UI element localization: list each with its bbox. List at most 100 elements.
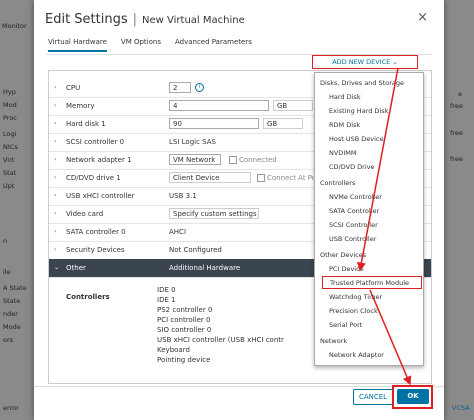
connect-at-power-checkbox[interactable] xyxy=(257,174,265,182)
cdvd-select[interactable]: Client Device xyxy=(169,172,251,183)
hard-disk-unit-select[interactable]: GB xyxy=(263,118,303,129)
cpu-select[interactable]: 2 xyxy=(169,82,191,93)
dialog-title: Edit Settings | New Virtual Machine xyxy=(45,12,245,27)
usb-value: USB 3.1 xyxy=(169,192,197,200)
bg-label: Virt xyxy=(3,156,15,164)
menu-item-usb-controller[interactable]: USB Controller xyxy=(315,233,423,246)
hard-disk-label: Hard disk 1 xyxy=(66,120,106,128)
memory-label: Memory xyxy=(66,102,95,110)
bg-label-right: free xyxy=(450,129,463,137)
cancel-button[interactable]: CANCEL xyxy=(353,389,393,405)
chevron-right-icon[interactable]: › xyxy=(54,192,56,199)
tab-vm-options[interactable]: VM Options xyxy=(121,38,161,52)
bg-label: Stat xyxy=(3,169,17,177)
dialog-footer xyxy=(34,386,444,387)
bg-label: Upt xyxy=(3,182,15,190)
bg-label: Mode xyxy=(3,323,21,331)
security-label: Security Devices xyxy=(66,246,125,254)
other-label: Other xyxy=(66,264,86,272)
menu-item-scsi-controller[interactable]: SCSI Controller xyxy=(315,219,423,232)
close-icon[interactable]: × xyxy=(417,10,428,25)
info-icon[interactable]: i xyxy=(195,83,204,92)
chevron-right-icon[interactable]: › xyxy=(54,84,56,91)
chevron-right-icon[interactable]: › xyxy=(54,102,56,109)
chevron-right-icon[interactable]: › xyxy=(54,120,56,127)
memory-unit-select[interactable]: GB xyxy=(273,100,313,111)
menu-item-network-adaptor[interactable]: Network Adaptor xyxy=(315,349,423,362)
tab-advanced-parameters[interactable]: Advanced Parameters xyxy=(175,38,252,52)
menu-item-hard-disk[interactable]: Hard Disk xyxy=(315,91,423,104)
bg-label: Hyp xyxy=(3,88,16,96)
other-value: Additional Hardware xyxy=(169,264,241,272)
chevron-right-icon[interactable]: › xyxy=(54,228,56,235)
menu-item-serial-port[interactable]: Serial Port xyxy=(315,319,423,332)
connected-label: Connected xyxy=(239,156,277,164)
bg-label: n xyxy=(3,237,8,245)
scsi-value: LSI Logic SAS xyxy=(169,138,216,146)
chevron-right-icon[interactable]: › xyxy=(54,138,56,145)
chevron-right-icon[interactable]: › xyxy=(54,246,56,253)
add-new-device-button[interactable]: ADD NEW DEVICE ⌄ xyxy=(312,55,418,69)
bg-label-right: free xyxy=(450,102,463,110)
menu-section-header: Controllers xyxy=(320,179,356,187)
network-label: Network adapter 1 xyxy=(66,156,132,164)
controllers-label: Controllers xyxy=(66,293,110,301)
chevron-right-icon[interactable]: › xyxy=(54,174,56,181)
bg-label: Proc xyxy=(3,114,17,122)
bg-label: State xyxy=(3,297,21,305)
bg-label-right: free xyxy=(450,155,463,163)
title-separator: | xyxy=(132,12,138,27)
menu-section-header: Other Devices xyxy=(320,251,367,259)
menu-item-precision-clock[interactable]: Precision Clock xyxy=(315,305,423,318)
menu-item-rdm-disk[interactable]: RDM Disk xyxy=(315,119,423,132)
bg-monitor-tab[interactable]: Monitor xyxy=(2,22,27,30)
bg-label: NICs xyxy=(3,143,18,151)
menu-item-watchdog-timer[interactable]: Watchdog Timer xyxy=(315,291,423,304)
chevron-right-icon[interactable]: › xyxy=(54,156,56,163)
controller-item: Keyboard xyxy=(157,346,190,354)
bg-label: nder xyxy=(3,310,18,318)
tab-virtual-hardware[interactable]: Virtual Hardware xyxy=(48,38,107,52)
bg-label: Mod xyxy=(3,101,17,109)
menu-item-sata-controller[interactable]: SATA Controller xyxy=(315,205,423,218)
memory-input[interactable]: 4 xyxy=(169,100,269,111)
controller-item: Pointing device xyxy=(157,356,211,364)
menu-section-header: Network xyxy=(320,337,348,345)
cpu-label: CPU xyxy=(66,84,81,92)
dialog-title-text: Edit Settings xyxy=(45,12,128,27)
controller-item: PCI controller 0 xyxy=(157,316,211,324)
tab-bar: Virtual Hardware VM Options Advanced Par… xyxy=(48,38,252,52)
connected-checkbox[interactable] xyxy=(229,156,237,164)
menu-item-existing-hard-disk[interactable]: Existing Hard Disk xyxy=(315,105,423,118)
cdvd-label: CD/DVD drive 1 xyxy=(66,174,121,182)
bg-link[interactable]: VCSA xyxy=(452,404,470,412)
menu-section-header: Disks, Drives and Storage xyxy=(320,79,404,87)
menu-item-pci-device[interactable]: PCI Device xyxy=(315,263,423,276)
sata-label: SATA controller 0 xyxy=(66,228,126,236)
menu-item-nvme-controller[interactable]: NVMe Controller xyxy=(315,191,423,204)
controller-item: SIO controller 0 xyxy=(157,326,212,334)
controller-item: IDE 0 xyxy=(157,286,176,294)
bg-label: ile xyxy=(3,268,11,276)
bg-label: Logi xyxy=(3,130,17,138)
controller-item: IDE 1 xyxy=(157,296,176,304)
ok-button[interactable]: OK xyxy=(397,389,429,404)
network-select[interactable]: VM Network xyxy=(169,154,221,165)
sata-value: AHCI xyxy=(169,228,187,236)
menu-item-cd-dvd-drive[interactable]: CD/DVD Drive xyxy=(315,161,423,174)
controller-item: PS2 controller 0 xyxy=(157,306,213,314)
menu-item-nvdimm[interactable]: NVDIMM xyxy=(315,147,423,160)
bg-label-right: e xyxy=(458,90,462,98)
hard-disk-input[interactable]: 90 xyxy=(169,118,259,129)
video-select[interactable]: Specify custom settings xyxy=(169,208,259,219)
bg-label: ors xyxy=(3,336,14,344)
menu-item-host-usb-device[interactable]: Host USB Device xyxy=(315,133,423,146)
vm-name: New Virtual Machine xyxy=(142,15,245,26)
security-value: Not Configured xyxy=(169,246,222,254)
video-label: Video card xyxy=(66,210,104,218)
menu-item-trusted-platform-module[interactable]: Trusted Platform Module xyxy=(322,276,422,289)
controller-item: USB xHCI controller (USB xHCI contr xyxy=(157,336,284,344)
chevron-right-icon[interactable]: › xyxy=(54,210,56,217)
chevron-down-icon[interactable]: ⌄ xyxy=(54,264,59,271)
usb-label: USB xHCI controller xyxy=(66,192,135,200)
